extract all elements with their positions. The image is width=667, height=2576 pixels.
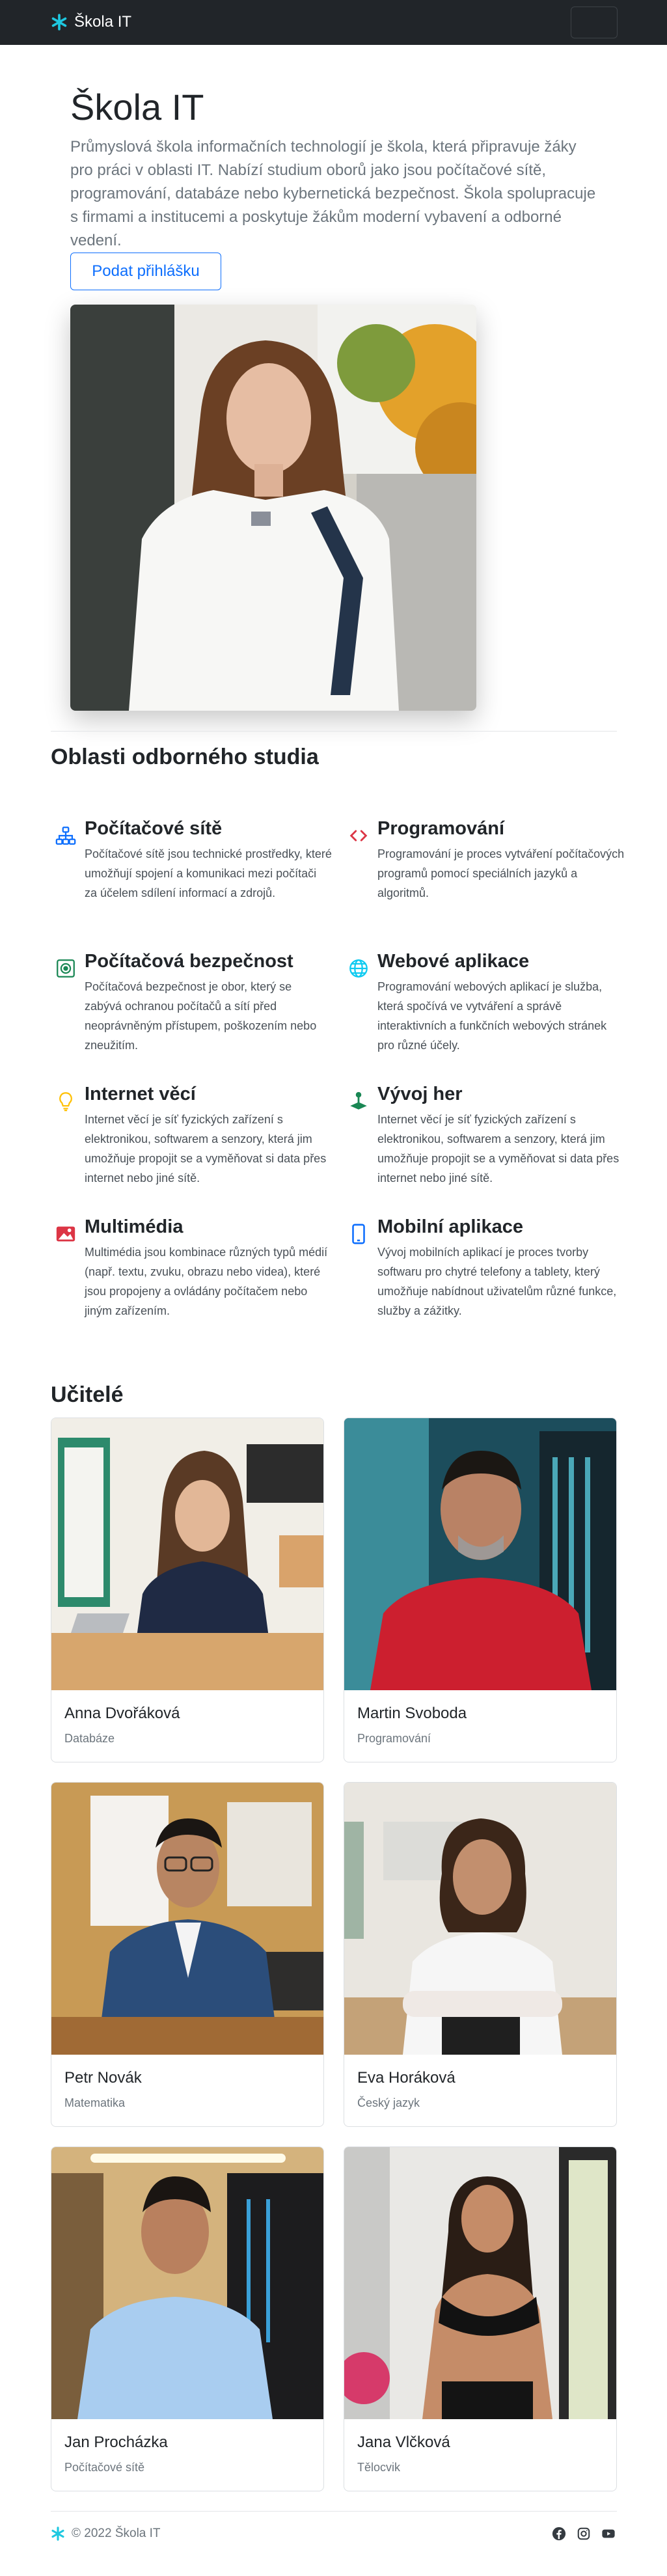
feature-text: Počítačová bezpečnost je obor, který se … xyxy=(85,980,317,1052)
navbar-brand[interactable]: Škola IT xyxy=(51,13,131,31)
instagram-icon[interactable] xyxy=(575,2525,592,2542)
facebook-icon[interactable] xyxy=(551,2525,567,2542)
teacher-photo xyxy=(344,2147,616,2419)
teacher-subject: Matematika xyxy=(64,2096,126,2109)
network-icon xyxy=(55,825,77,847)
teacher-card[interactable]: Petr Novák Matematika xyxy=(51,1782,324,2127)
teachers-title: Učitelé xyxy=(51,1382,124,1407)
teacher-photo xyxy=(344,1783,616,2055)
teacher-subject: Tělocvik xyxy=(357,2461,401,2474)
feature-text: Programování webových aplikací je služba… xyxy=(377,980,607,1052)
teacher-photo xyxy=(51,2147,323,2419)
shield-icon xyxy=(55,957,77,980)
code-icon xyxy=(347,825,370,847)
teacher-card[interactable]: Eva Horáková Český jazyk xyxy=(344,1782,617,2127)
lightbulb-icon xyxy=(55,1090,77,1112)
teacher-photo xyxy=(51,1418,323,1690)
teacher-subject: Počítačové sítě xyxy=(64,2461,145,2474)
section-divider xyxy=(51,731,617,732)
feature-title: Počítačová bezpečnost xyxy=(85,951,293,972)
teacher-photo xyxy=(344,1418,616,1690)
feature-text: Programování je proces vytváření počítač… xyxy=(377,847,625,899)
feature-text: Internet věcí je síť fyzických zařízení … xyxy=(377,1113,619,1185)
teacher-card[interactable]: Jana Vlčková Tělocvik xyxy=(344,2146,617,2491)
feature-text: Vývoj mobilních aplikací je proces tvorb… xyxy=(377,1246,617,1317)
teacher-card[interactable]: Jan Procházka Počítačové sítě xyxy=(51,2146,324,2491)
feature-text: Multimédia jsou kombinace různých typů m… xyxy=(85,1246,328,1317)
globe-icon xyxy=(347,957,370,980)
feature-title: Programování xyxy=(377,818,504,839)
teacher-card[interactable]: Martin Svoboda Programování xyxy=(344,1418,617,1762)
feature-text: Počítačové sítě jsou technické prostředk… xyxy=(85,847,332,899)
hero-student-photo xyxy=(70,305,476,711)
asterisk-icon xyxy=(51,14,67,31)
features-title: Oblasti odborného studia xyxy=(51,745,319,769)
teacher-name: Jan Procházka xyxy=(64,2433,168,2451)
image-icon xyxy=(55,1223,77,1245)
phone-icon xyxy=(347,1223,370,1245)
navbar-toggle-button[interactable] xyxy=(571,7,618,38)
teacher-name: Petr Novák xyxy=(64,2069,142,2087)
feature-title: Internet věcí xyxy=(85,1084,196,1104)
teacher-subject: Programování xyxy=(357,1732,431,1745)
teacher-name: Jana Vlčková xyxy=(357,2433,450,2451)
hero-title: Škola IT xyxy=(70,87,204,128)
teacher-name: Martin Svoboda xyxy=(357,1705,467,1722)
feature-title: Mobilní aplikace xyxy=(377,1216,523,1237)
feature-title: Počítačové sítě xyxy=(85,818,223,839)
teacher-name: Anna Dvořáková xyxy=(64,1705,180,1722)
hero-lead: Průmyslová škola informačních technologi… xyxy=(70,138,596,249)
teacher-subject: Databáze xyxy=(64,1732,115,1745)
feature-title: Webové aplikace xyxy=(377,951,530,972)
brand-name: Škola IT xyxy=(74,13,132,31)
asterisk-icon xyxy=(51,2527,64,2541)
feature-title: Multimédia xyxy=(85,1216,184,1237)
teacher-name: Eva Horáková xyxy=(357,2069,456,2087)
teacher-subject: Český jazyk xyxy=(357,2096,420,2109)
feature-title: Vývoj her xyxy=(377,1084,463,1104)
footer-divider xyxy=(51,2511,617,2512)
teacher-card[interactable]: Anna Dvořáková Databáze xyxy=(51,1418,324,1762)
footer-brand: © 2022 Škola IT xyxy=(51,2527,161,2541)
navbar: Škola IT xyxy=(0,0,667,45)
copyright-text: © 2022 Škola IT xyxy=(72,2527,161,2540)
youtube-icon[interactable] xyxy=(600,2525,617,2542)
controller-icon xyxy=(347,1090,370,1112)
teacher-photo xyxy=(51,1783,323,2055)
apply-button[interactable]: Podat přihlášku xyxy=(70,253,221,290)
feature-text: Internet věcí je síť fyzických zařízení … xyxy=(85,1113,327,1185)
